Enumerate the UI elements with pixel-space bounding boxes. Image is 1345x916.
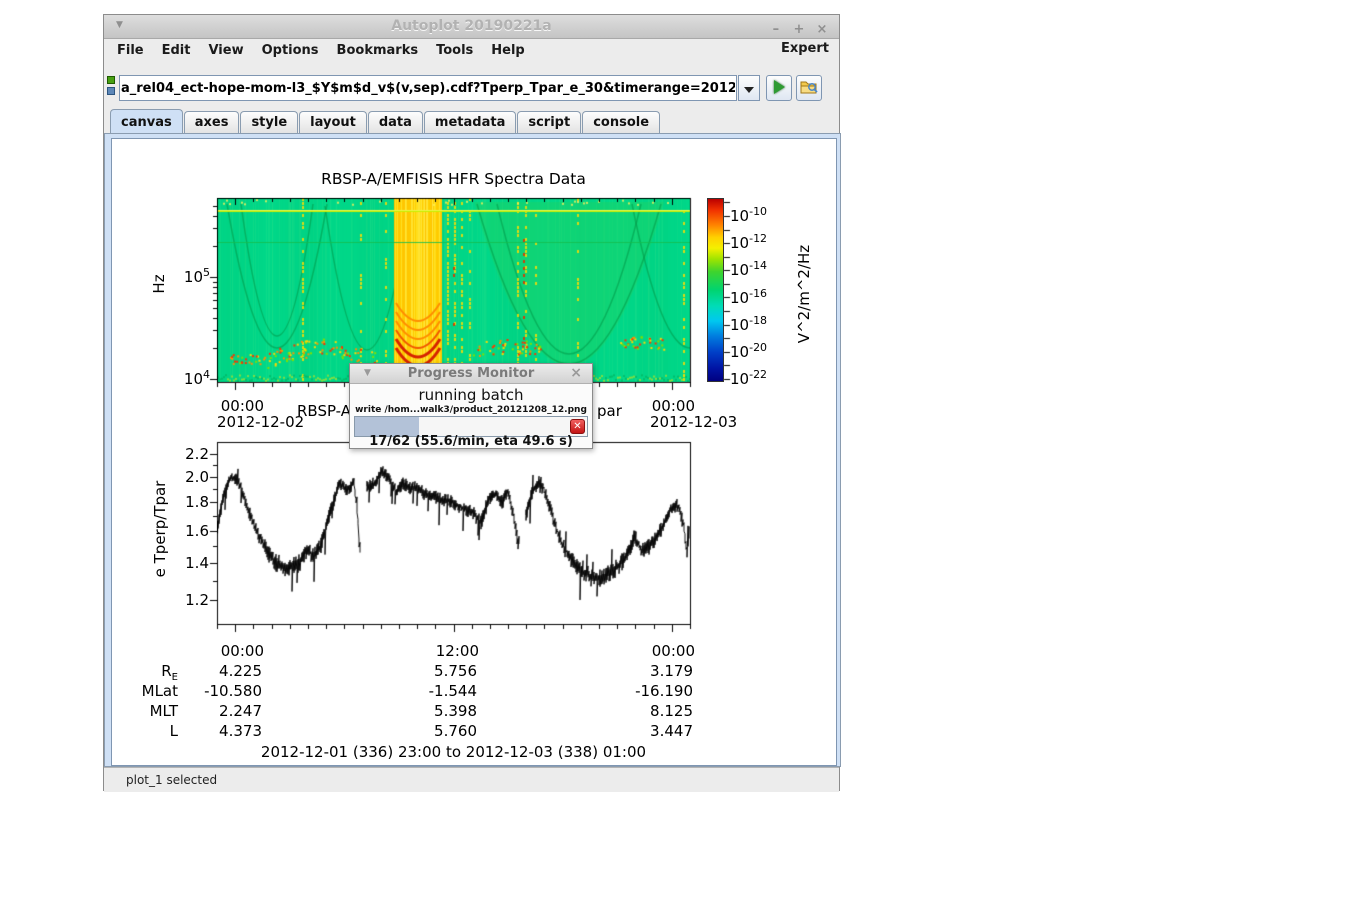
lineplot-y-axis-label: e Tperp/Tpar [151, 464, 169, 594]
colorbar-tick-label: 10-16 [730, 287, 767, 307]
tca-value: 3.447 [603, 722, 693, 740]
menu-options[interactable]: Options [253, 43, 328, 58]
lineplot-ytick-label: 2.2 [169, 445, 209, 463]
inspect-button[interactable] [796, 75, 822, 101]
menu-file[interactable]: File [108, 43, 153, 58]
tca-value: 4.225 [172, 662, 262, 680]
autoplot-window: ▼ Autoplot 20190221a – + × FileEditViewO… [103, 14, 840, 791]
colorbar-tick-label: 10-18 [730, 314, 767, 334]
spectrogram-date-label: 2012-12-02 [217, 413, 304, 431]
colorbar [707, 198, 724, 382]
address-row [104, 61, 839, 109]
dialog-close-icon[interactable]: × [570, 365, 582, 381]
spectra-plot-title: RBSP-A/EMFISIS HFR Spectra Data [217, 170, 690, 188]
uri-input[interactable] [119, 75, 737, 101]
tab-layout[interactable]: layout [299, 111, 367, 133]
colorbar-tick-label: 10-14 [730, 259, 767, 279]
datasource-green-icon [107, 76, 115, 84]
play-icon [774, 80, 785, 94]
spectrogram-ytick-label: 104 [170, 368, 210, 388]
datasource-blue-icon [107, 87, 115, 95]
close-button[interactable]: × [813, 22, 831, 37]
tab-script[interactable]: script [517, 111, 581, 133]
time-range-footer: 2012-12-01 (336) 23:00 to 2012-12-03 (33… [212, 743, 695, 761]
minimize-button[interactable]: – [767, 22, 785, 37]
colorbar-axis-label: V^2/m^2/Hz [795, 224, 813, 364]
progress-task-label: running batch [350, 386, 592, 404]
colorbar-tick-label: 10-10 [730, 205, 767, 225]
tca-row-label: MLat [118, 682, 178, 700]
menu-tools[interactable]: Tools [427, 43, 482, 58]
tab-data[interactable]: data [368, 111, 423, 133]
hidden-plot2-title-fragment-left: RBSP-A [297, 402, 351, 420]
tca-row-label: MLT [118, 702, 178, 720]
tca-value: 5.760 [387, 722, 477, 740]
menu-bookmarks[interactable]: Bookmarks [328, 43, 428, 58]
lineplot-xtick-label: 12:00 [389, 642, 479, 660]
cancel-button[interactable]: ✕ [570, 419, 585, 434]
progress-status-label: 17/62 (55.6/min, eta 49.6 s) [350, 434, 592, 449]
menu-view[interactable]: View [199, 43, 252, 58]
lineplot-xtick-label: 00:00 [174, 642, 264, 660]
folder-magnifier-icon [800, 79, 819, 95]
status-bar: plot_1 selected [104, 767, 839, 792]
window-titlebar[interactable]: ▼ Autoplot 20190221a – + × [104, 15, 839, 39]
tca-value: 4.373 [172, 722, 262, 740]
datasource-indicator-icon [107, 76, 117, 98]
spectrogram-y-axis-label: Hz [150, 264, 168, 304]
spectrogram-ytick-label: 105 [170, 266, 210, 286]
lineplot-ytick-label: 1.6 [169, 522, 209, 540]
tca-value: 5.398 [387, 702, 477, 720]
tab-metadata[interactable]: metadata [424, 111, 516, 133]
maximize-button[interactable]: + [790, 22, 808, 37]
desktop: { "window": { "title": "Autoplot 2019022… [0, 0, 1345, 916]
status-text: plot_1 selected [126, 773, 217, 787]
lineplot-ytick-label: 1.2 [169, 591, 209, 609]
tca-value: 3.179 [603, 662, 693, 680]
expert-label[interactable]: Expert [781, 41, 829, 56]
lineplot-ytick-label: 1.8 [169, 493, 209, 511]
tca-value: 8.125 [603, 702, 693, 720]
tab-bar: canvasaxesstylelayoutdatametadatascriptc… [110, 109, 661, 133]
dialog-titlebar[interactable]: ▼ Progress Monitor × [350, 364, 592, 384]
tab-style[interactable]: style [240, 111, 298, 133]
progress-detail-label: write /hom...walk3/product_20121208_12.p… [350, 405, 592, 415]
spectrogram-date-label: 2012-12-03 [650, 413, 737, 431]
lineplot-xtick-label: 00:00 [605, 642, 695, 660]
tca-value: 2.247 [172, 702, 262, 720]
menu-help[interactable]: Help [482, 43, 533, 58]
progress-monitor-dialog[interactable]: ▼ Progress Monitor × running batch write… [349, 363, 593, 449]
tab-axes[interactable]: axes [184, 111, 240, 133]
uri-dropdown-button[interactable] [738, 75, 760, 101]
menu-bar: FileEditViewOptionsBookmarksToolsHelp Ex… [104, 39, 839, 61]
tca-value: 5.756 [387, 662, 477, 680]
lineplot-ytick-label: 2.0 [169, 468, 209, 486]
tab-canvas[interactable]: canvas [110, 109, 183, 133]
colorbar-tick-label: 10-22 [730, 368, 767, 388]
go-button[interactable] [766, 75, 792, 101]
menu-edit[interactable]: Edit [153, 43, 200, 58]
colorbar-tick-label: 10-20 [730, 341, 767, 361]
plot-canvas[interactable]: RBSP-A/EMFISIS HFR Spectra Data Hz V^2/m… [111, 138, 837, 766]
window-title: Autoplot 20190221a [104, 18, 839, 34]
colorbar-tick-label: 10-12 [730, 232, 767, 252]
tca-value: -16.190 [603, 682, 693, 700]
chevron-down-icon [744, 87, 754, 93]
dialog-title: Progress Monitor [350, 366, 592, 381]
lineplot-ytick-label: 1.4 [169, 554, 209, 572]
tca-value: -10.580 [172, 682, 262, 700]
tab-console[interactable]: console [582, 111, 660, 133]
tca-value: -1.544 [387, 682, 477, 700]
tca-row-label: L [118, 722, 178, 740]
tca-row-label: RE [118, 662, 178, 683]
